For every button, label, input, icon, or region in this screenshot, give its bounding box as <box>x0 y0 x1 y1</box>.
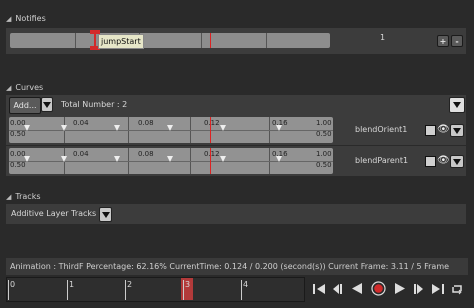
timeline-mark: 3 <box>185 280 191 289</box>
play-reverse-icon <box>351 283 362 294</box>
play-icon <box>394 283 405 294</box>
timeline-tick <box>241 280 242 300</box>
skip-to-start-button[interactable] <box>312 282 325 295</box>
curve-checkbox[interactable] <box>425 156 436 167</box>
notify-label[interactable]: jumpStart <box>98 34 144 49</box>
curve-options-dropdown[interactable] <box>450 124 464 137</box>
step-forward-icon <box>413 283 423 294</box>
key-icon[interactable] <box>276 147 282 162</box>
key-icon[interactable] <box>167 116 173 131</box>
skip-to-end-button[interactable] <box>431 282 444 295</box>
curve-checkbox[interactable] <box>425 125 436 136</box>
key-icon[interactable] <box>220 147 226 162</box>
chevron-down-icon <box>101 211 110 218</box>
playhead-line <box>210 148 211 174</box>
timeline-tick <box>125 280 126 300</box>
tracks-header[interactable]: ◢ Tracks <box>6 192 41 201</box>
add-curve-dropdown[interactable] <box>41 97 53 112</box>
loop-button[interactable] <box>450 282 463 295</box>
curves-total-number: Total Number : 2 <box>61 100 128 109</box>
tick-label: 0.04 <box>73 119 89 127</box>
skip-start-icon <box>312 283 325 294</box>
timeline-scrubber[interactable] <box>6 277 305 302</box>
value-label: 0.50 <box>10 130 26 138</box>
key-icon[interactable] <box>114 116 120 131</box>
timeline-mark: 0 <box>10 280 16 289</box>
tick-label: 0.12 <box>204 119 220 127</box>
additive-layer-tracks-label: Additive Layer Tracks <box>11 209 97 218</box>
tick-label: 0.08 <box>138 150 154 158</box>
key-icon[interactable] <box>167 147 173 162</box>
record-button[interactable] <box>371 281 386 296</box>
step-forward-button[interactable] <box>412 282 425 295</box>
frame-divider <box>201 33 202 48</box>
animation-editor: ◢ Notifies jumpStart 1 + - ◢ Curves Add.… <box>0 0 474 308</box>
eye-icon[interactable]: 👁 <box>437 155 450 166</box>
key-icon[interactable] <box>114 147 120 162</box>
curves-options-dropdown[interactable] <box>449 97 465 113</box>
chevron-down-icon <box>453 158 461 165</box>
notifies-header[interactable]: ◢ Notifies <box>6 14 46 23</box>
playhead-line <box>210 33 211 48</box>
key-icon[interactable] <box>276 116 282 131</box>
key-icon[interactable] <box>24 147 30 162</box>
collapse-triangle-icon[interactable]: ◢ <box>6 15 11 23</box>
notifies-track[interactable] <box>10 33 330 48</box>
value-label: 0.50 <box>10 161 26 169</box>
key-icon[interactable] <box>220 116 226 131</box>
timeline-tick <box>8 280 9 300</box>
tick-label: 1.00 <box>316 119 332 127</box>
curves-title: Curves <box>15 83 44 92</box>
timeline-mark: 2 <box>127 280 133 289</box>
value-label: 0.50 <box>316 130 332 138</box>
add-curve-button[interactable]: Add... <box>9 97 41 114</box>
curve-name: blendParent1 <box>355 156 409 165</box>
value-label: 0.50 <box>316 161 332 169</box>
step-back-button[interactable] <box>330 282 343 295</box>
tick-label: 0.12 <box>204 150 220 158</box>
timeline-tick <box>67 280 68 300</box>
curves-header[interactable]: ◢ Curves <box>6 83 43 92</box>
timeline-tick <box>183 280 184 300</box>
curve-name: blendOrient1 <box>355 125 408 134</box>
key-icon[interactable] <box>61 116 67 131</box>
tick-label: 0.08 <box>138 119 154 127</box>
timeline-mark: 1 <box>69 280 75 289</box>
skip-end-icon <box>431 283 444 294</box>
notify-track-number: 1 <box>380 33 386 42</box>
notifies-title: Notifies <box>15 14 46 23</box>
additive-layer-tracks-dropdown[interactable] <box>99 207 112 222</box>
chevron-down-icon <box>43 101 51 108</box>
playhead-line <box>210 117 211 143</box>
timeline-mark: 4 <box>243 280 249 289</box>
frame-divider <box>75 33 76 48</box>
key-icon[interactable] <box>61 147 67 162</box>
remove-notify-track-button[interactable]: - <box>451 35 463 47</box>
chevron-down-icon <box>453 127 461 134</box>
eye-icon[interactable]: 👁 <box>437 124 450 135</box>
frame-divider <box>266 33 267 48</box>
tick-label: 1.00 <box>316 150 332 158</box>
play-button[interactable] <box>393 282 406 295</box>
collapse-triangle-icon[interactable]: ◢ <box>6 84 11 92</box>
record-icon <box>371 281 386 296</box>
curve-options-dropdown[interactable] <box>450 155 464 168</box>
step-back-icon <box>332 283 342 294</box>
add-notify-track-button[interactable]: + <box>437 35 449 47</box>
chevron-down-icon <box>453 102 461 108</box>
loop-icon <box>451 284 462 294</box>
tracks-title: Tracks <box>15 192 41 201</box>
tick-label: 0.04 <box>73 150 89 158</box>
status-text: Animation : ThirdF Percentage: 62.16% Cu… <box>10 262 450 271</box>
key-icon[interactable] <box>24 116 30 131</box>
play-reverse-button[interactable] <box>350 282 363 295</box>
collapse-triangle-icon[interactable]: ◢ <box>6 193 11 201</box>
